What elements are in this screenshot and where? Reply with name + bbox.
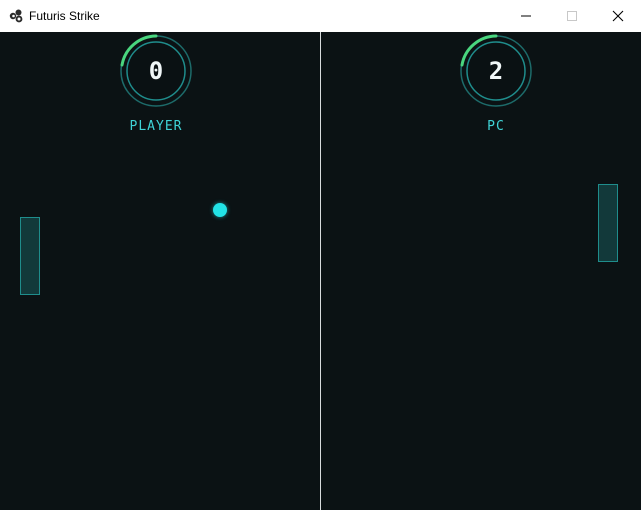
game-area[interactable]: 0 PLAYER 2 PC — [0, 32, 641, 510]
ball — [213, 203, 227, 217]
pc-score: 2 — [488, 57, 504, 85]
player-score-ring: 0 — [119, 34, 193, 108]
close-button[interactable] — [595, 0, 641, 32]
player-label: PLAYER — [129, 119, 183, 134]
minimize-button[interactable] — [503, 0, 549, 32]
maximize-button[interactable] — [549, 0, 595, 32]
game-window: Futuris Strike 0 PLAYER 2 PC — [0, 0, 641, 510]
pc-label: PC — [487, 119, 505, 134]
close-icon — [612, 10, 624, 22]
maximize-icon — [567, 11, 577, 21]
pc-paddle — [598, 184, 618, 262]
player-score: 0 — [148, 57, 164, 85]
pc-score-ring: 2 — [459, 34, 533, 108]
center-divider — [320, 32, 321, 510]
minimize-icon — [521, 15, 531, 17]
player-paddle[interactable] — [20, 217, 40, 295]
title-bar[interactable]: Futuris Strike — [0, 0, 641, 33]
app-icon — [9, 9, 23, 23]
window-title: Futuris Strike — [29, 9, 100, 23]
